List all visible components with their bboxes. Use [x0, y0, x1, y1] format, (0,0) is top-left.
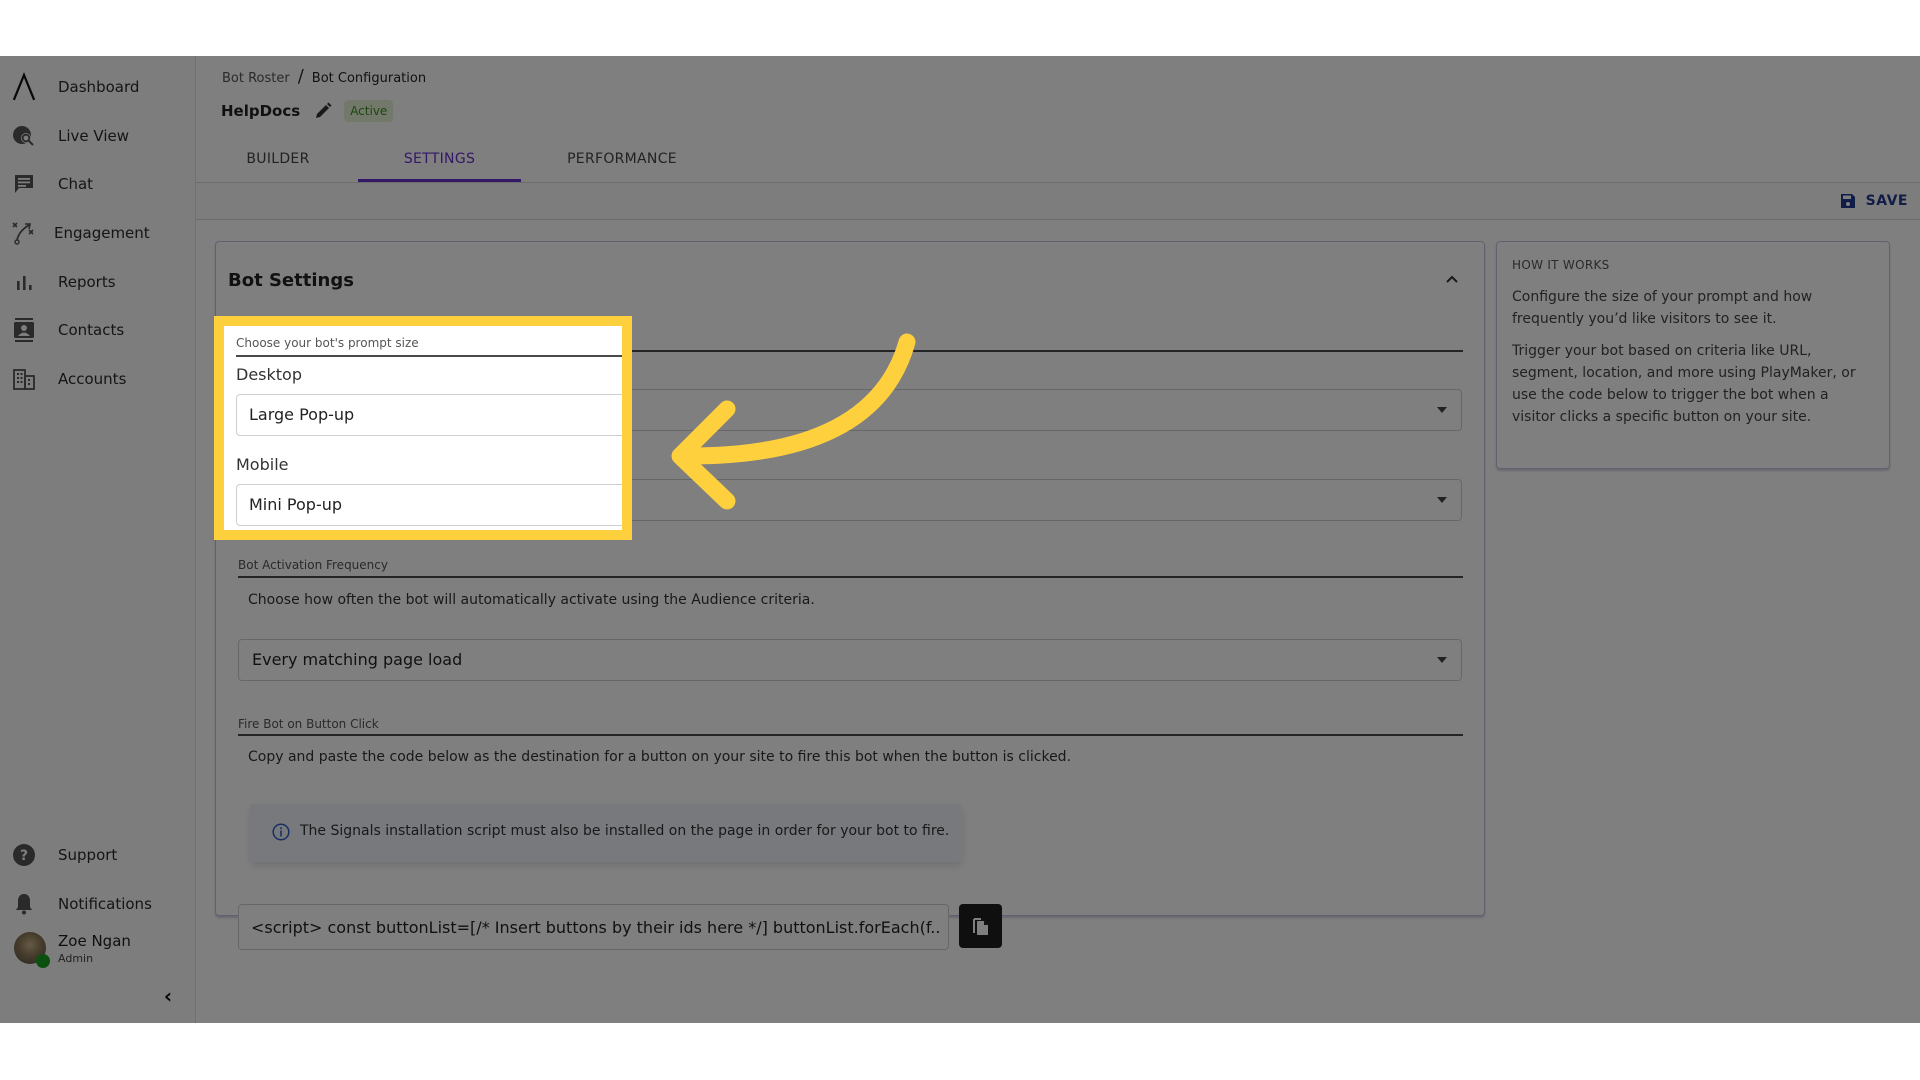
- edit-pencil-icon[interactable]: [314, 102, 332, 120]
- sidebar-item-reports[interactable]: Reports: [0, 262, 195, 302]
- desktop-prompt-size-select[interactable]: Large Pop-up: [236, 394, 622, 436]
- info-text: The Signals installation script must als…: [300, 823, 950, 839]
- status-badge: Active: [344, 100, 394, 122]
- logo-caret-icon: [12, 72, 36, 101]
- sidebar-item-label: Contacts: [58, 321, 125, 339]
- highlight-box: Choose your bot's prompt size Desktop La…: [214, 316, 632, 540]
- save-button[interactable]: SAVE: [1840, 189, 1908, 213]
- sidebar-item-support[interactable]: ? Support: [0, 835, 195, 875]
- sidebar-item-label: Reports: [58, 273, 116, 291]
- fire-on-click-section-label: Fire Bot on Button Click: [238, 717, 379, 731]
- dropdown-caret-icon: [1437, 497, 1447, 503]
- frequency-description: Choose how often the bot will automatica…: [248, 592, 815, 608]
- collapse-sidebar-icon[interactable]: ‹: [158, 986, 178, 1006]
- sidebar-item-label: Engagement: [54, 224, 150, 242]
- online-status-dot: [36, 954, 50, 968]
- sidebar-item-notifications[interactable]: Notifications: [0, 884, 195, 924]
- help-icon: ?: [12, 843, 36, 867]
- copy-code-button[interactable]: [959, 904, 1002, 948]
- prompt-size-section-label: Choose your bot's prompt size: [236, 336, 419, 350]
- chat-icon: [12, 172, 36, 196]
- tab-bar: BUILDER SETTINGS PERFORMANCE: [196, 136, 1920, 183]
- mobile-label: Mobile: [236, 455, 289, 474]
- playbook-icon: [12, 221, 36, 245]
- collapse-chevron-up-icon[interactable]: [1442, 270, 1462, 290]
- sidebar-item-label: Dashboard: [58, 78, 140, 96]
- breadcrumb-separator: /: [297, 66, 304, 87]
- info-callout: The Signals installation script must als…: [250, 804, 962, 862]
- copy-icon: [972, 918, 988, 935]
- section-divider: [238, 576, 1463, 578]
- bot-name: HelpDocs: [221, 102, 301, 120]
- svg-text:?: ?: [20, 848, 28, 864]
- bot-title-row: HelpDocs Active: [221, 98, 394, 124]
- user-profile[interactable]: Zoe Ngan Admin: [6, 932, 191, 972]
- section-divider: [236, 355, 622, 357]
- mobile-select-value: Mini Pop-up: [249, 495, 343, 514]
- sidebar-item-label: Accounts: [58, 370, 127, 388]
- how-it-works-paragraph: Trigger your bot based on criteria like …: [1512, 343, 1856, 425]
- save-toolbar: SAVE: [196, 183, 1920, 220]
- sidebar-item-label: Live View: [58, 127, 129, 145]
- sidebar: Dashboard Live View Chat Engagement Repo…: [0, 56, 196, 1023]
- bar-chart-icon: [12, 270, 36, 294]
- sidebar-item-label: Support: [58, 846, 118, 864]
- how-it-works-heading: HOW IT WORKS: [1512, 258, 1610, 272]
- sidebar-item-dashboard[interactable]: Dashboard: [0, 67, 195, 107]
- user-role: Admin: [58, 952, 94, 965]
- building-icon: [12, 367, 36, 391]
- floppy-disk-icon: [1840, 194, 1855, 208]
- breadcrumb-current: Bot Configuration: [311, 71, 427, 86]
- mobile-prompt-size-select[interactable]: Mini Pop-up: [236, 484, 622, 526]
- user-name: Zoe Ngan: [58, 932, 131, 950]
- desktop-select-value: Large Pop-up: [249, 405, 355, 424]
- sidebar-item-label: Chat: [58, 175, 94, 193]
- avatar: [14, 932, 50, 968]
- tab-settings[interactable]: SETTINGS: [358, 136, 521, 182]
- contact-card-icon: [12, 318, 36, 342]
- sidebar-item-live-view[interactable]: Live View: [0, 116, 195, 156]
- sidebar-item-contacts[interactable]: Contacts: [0, 310, 195, 350]
- sidebar-item-label: Notifications: [58, 895, 152, 913]
- dropdown-caret-icon: [1437, 407, 1447, 413]
- tab-builder[interactable]: BUILDER: [228, 136, 328, 182]
- bell-icon: [12, 892, 36, 916]
- sidebar-item-accounts[interactable]: Accounts: [0, 359, 195, 399]
- tab-performance[interactable]: PERFORMANCE: [540, 136, 704, 182]
- frequency-select-value: Every matching page load: [252, 650, 463, 669]
- breadcrumb-link-bot-roster[interactable]: Bot Roster: [222, 71, 290, 86]
- embed-code-field[interactable]: <script> const buttonList=[/* Insert but…: [238, 904, 949, 950]
- frequency-section-label: Bot Activation Frequency: [238, 558, 388, 572]
- sidebar-item-engagement[interactable]: Engagement: [0, 213, 195, 253]
- how-it-works-paragraph: Configure the size of your prompt and ho…: [1512, 289, 1813, 327]
- fire-on-click-description: Copy and paste the code below as the des…: [248, 749, 1072, 765]
- desktop-label: Desktop: [236, 365, 302, 384]
- activation-frequency-select[interactable]: Every matching page load: [238, 639, 1462, 681]
- how-it-works-panel: HOW IT WORKS Configure the size of your …: [1496, 241, 1890, 469]
- app-window: Dashboard Live View Chat Engagement Repo…: [0, 56, 1920, 1023]
- save-label: SAVE: [1865, 193, 1908, 209]
- card-title: Bot Settings: [228, 270, 354, 291]
- embed-code-value: <script> const buttonList=[/* Insert but…: [251, 918, 941, 937]
- section-divider: [238, 734, 1463, 736]
- info-icon: [272, 823, 290, 841]
- globe-search-icon: [12, 124, 36, 148]
- sidebar-item-chat[interactable]: Chat: [0, 164, 195, 204]
- breadcrumb: Bot Roster / Bot Configuration: [222, 66, 426, 87]
- dropdown-caret-icon: [1437, 657, 1447, 663]
